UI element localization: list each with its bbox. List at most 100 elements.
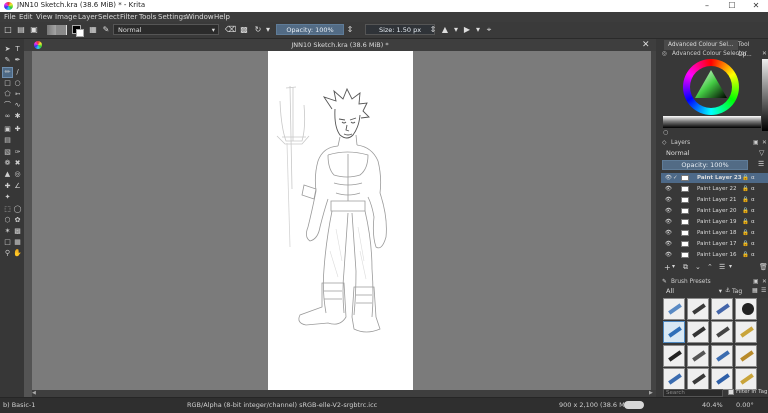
- brush-list-icon[interactable]: ☰: [761, 287, 766, 294]
- eye-icon[interactable]: 👁: [665, 250, 672, 260]
- opacity-slider[interactable]: Opacity: 100%: [276, 24, 344, 35]
- layer-row[interactable]: 👁 ✓ Paint Layer 23 🔒 α: [661, 173, 768, 183]
- close-brush-presets-icon[interactable]: ✕: [762, 277, 767, 287]
- brush-preset-item-selected[interactable]: [663, 321, 685, 343]
- colour-history-strip[interactable]: [762, 59, 768, 131]
- menu-edit[interactable]: Edit: [19, 12, 33, 22]
- close-window-button[interactable]: ✕: [744, 0, 768, 12]
- polyline-tool-icon[interactable]: ➳: [13, 90, 22, 99]
- menu-filter[interactable]: Filter: [120, 12, 137, 22]
- tag-icon[interactable]: ⚓: [725, 287, 730, 294]
- move-layer-up-icon[interactable]: ⌃: [707, 263, 713, 271]
- menu-view[interactable]: View: [36, 12, 53, 22]
- brush-view-options-icon[interactable]: ▦: [752, 287, 758, 294]
- mirror-vertical-icon[interactable]: ▶: [462, 25, 472, 35]
- add-layer-icon[interactable]: +: [664, 263, 671, 272]
- size-spin-icon[interactable]: ⇕: [428, 25, 438, 35]
- delete-layer-icon[interactable]: 🗑: [759, 263, 768, 271]
- current-brush-status[interactable]: b) Basic-1: [3, 401, 35, 409]
- brush-preset-item[interactable]: [687, 368, 709, 390]
- polygon-tool-icon[interactable]: ⬠: [3, 90, 12, 99]
- similar-color-selection-tool-icon[interactable]: ▩: [13, 227, 22, 236]
- eye-icon[interactable]: 👁: [665, 217, 672, 227]
- menu-select[interactable]: Select: [98, 12, 120, 22]
- size-slider[interactable]: Size: 1.50 px: [365, 24, 435, 35]
- layer-blend-mode-select[interactable]: Normal: [662, 149, 758, 159]
- scroll-right-icon[interactable]: ▶: [649, 391, 655, 396]
- brush-preset-item[interactable]: [735, 321, 757, 343]
- preserve-alpha-icon[interactable]: ▩: [239, 25, 249, 35]
- alpha-icon[interactable]: α: [751, 250, 755, 260]
- open-document-icon[interactable]: ▤: [16, 25, 26, 35]
- chevron-down-icon[interactable]: ▾: [263, 25, 273, 35]
- layer-row[interactable]: 👁 Paint Layer 20 🔒 α: [661, 206, 768, 216]
- eraser-mode-icon[interactable]: ⌫: [225, 25, 236, 35]
- menu-help[interactable]: Help: [214, 12, 230, 22]
- zoom-status[interactable]: 40.4%: [702, 401, 723, 409]
- fg-bg-color-icon[interactable]: [72, 25, 84, 37]
- polygonal-selection-tool-icon[interactable]: ⬡: [3, 216, 12, 225]
- lock-icon[interactable]: 🔒: [742, 228, 749, 238]
- menu-window[interactable]: Window: [186, 12, 214, 22]
- zoom-tool-icon[interactable]: ⚲: [3, 249, 12, 258]
- transform-tool-icon[interactable]: ▤: [3, 136, 12, 145]
- float-docker-icon[interactable]: ▣: [753, 277, 758, 287]
- lock-icon[interactable]: 🔒: [742, 206, 749, 216]
- close-layers-icon[interactable]: ✕: [762, 138, 767, 148]
- colour-shade-strip[interactable]: [663, 116, 761, 128]
- lock-icon[interactable]: 🔒: [742, 184, 749, 194]
- tag-label[interactable]: Tag: [732, 287, 742, 297]
- layer-row[interactable]: 👁 Paint Layer 17 🔒 α: [661, 239, 768, 249]
- gradient-tool-icon[interactable]: ▧: [3, 148, 12, 157]
- layer-opacity-slider[interactable]: Opacity: 100%: [662, 160, 748, 170]
- pattern-swatch[interactable]: [56, 25, 66, 35]
- crop-tool-icon[interactable]: ▣: [3, 125, 12, 134]
- canvas-paper[interactable]: [268, 51, 413, 390]
- lock-icon[interactable]: 🔒: [742, 195, 749, 205]
- save-document-icon[interactable]: ▣: [29, 25, 39, 35]
- lock-icon[interactable]: 🔒: [742, 250, 749, 260]
- chevron-down-icon[interactable]: ▾: [451, 25, 461, 35]
- pan-zoom-tool-icon[interactable]: ✦: [3, 193, 12, 202]
- calligraphy-tool-icon[interactable]: ✒: [13, 56, 22, 65]
- layer-properties-icon[interactable]: ☰: [719, 263, 725, 271]
- zoom-slider-handle[interactable]: [624, 401, 644, 409]
- lock-icon[interactable]: 🔒: [742, 173, 749, 183]
- brush-preset-item[interactable]: [735, 345, 757, 367]
- brush-preset-item[interactable]: [735, 298, 757, 320]
- brush-preset-item[interactable]: [687, 298, 709, 320]
- alpha-icon[interactable]: α: [751, 206, 755, 216]
- edit-brush-settings-icon[interactable]: ▦: [88, 25, 98, 35]
- freehand-brush-tool-icon[interactable]: ✏: [2, 67, 13, 78]
- rectangle-tool-icon[interactable]: □: [3, 79, 12, 88]
- rotation-status[interactable]: 0.00°: [736, 401, 754, 409]
- layer-row[interactable]: 👁 Paint Layer 18 🔒 α: [661, 228, 768, 238]
- layer-options-icon[interactable]: ☰: [758, 160, 764, 168]
- line-tool-icon[interactable]: /: [13, 68, 22, 77]
- pan-tool-icon[interactable]: ✋: [13, 249, 22, 258]
- move-tool-icon[interactable]: ✚: [13, 125, 22, 134]
- bezier-tool-icon[interactable]: ⌒: [3, 101, 12, 110]
- rectangular-selection-tool-icon[interactable]: ⬚: [3, 205, 12, 214]
- layer-row[interactable]: 👁 Paint Layer 16 🔒 α: [661, 250, 768, 260]
- ellipse-tool-icon[interactable]: ○: [13, 79, 22, 88]
- move-layer-down-icon[interactable]: ⌄: [695, 263, 701, 271]
- alpha-icon[interactable]: α: [751, 195, 755, 205]
- brush-filter-select[interactable]: All ▾: [662, 287, 722, 297]
- freehand-selection-tool-icon[interactable]: ✿: [13, 216, 22, 225]
- brush-preset-item[interactable]: [687, 321, 709, 343]
- brush-preset-item[interactable]: [711, 321, 733, 343]
- menu-file[interactable]: File: [4, 12, 16, 22]
- wrap-around-icon[interactable]: ⌖: [484, 25, 494, 35]
- eye-icon[interactable]: 👁: [665, 228, 672, 238]
- text-tool-icon[interactable]: T: [13, 45, 22, 54]
- brush-preset-item[interactable]: [711, 345, 733, 367]
- maximize-button[interactable]: ☐: [720, 0, 744, 12]
- choose-brush-preset-icon[interactable]: ✎: [101, 25, 111, 35]
- minimize-button[interactable]: –: [695, 0, 719, 12]
- document-tab-title[interactable]: JNN10 Sketch.kra (38.6 MiB) *: [24, 39, 656, 51]
- brush-preset-item[interactable]: [687, 345, 709, 367]
- color-space-status[interactable]: RGB/Alpha (8-bit integer/channel) sRGB-e…: [187, 401, 377, 409]
- chevron-down-icon[interactable]: ▾: [473, 25, 483, 35]
- filter-icon[interactable]: ▽: [759, 149, 764, 157]
